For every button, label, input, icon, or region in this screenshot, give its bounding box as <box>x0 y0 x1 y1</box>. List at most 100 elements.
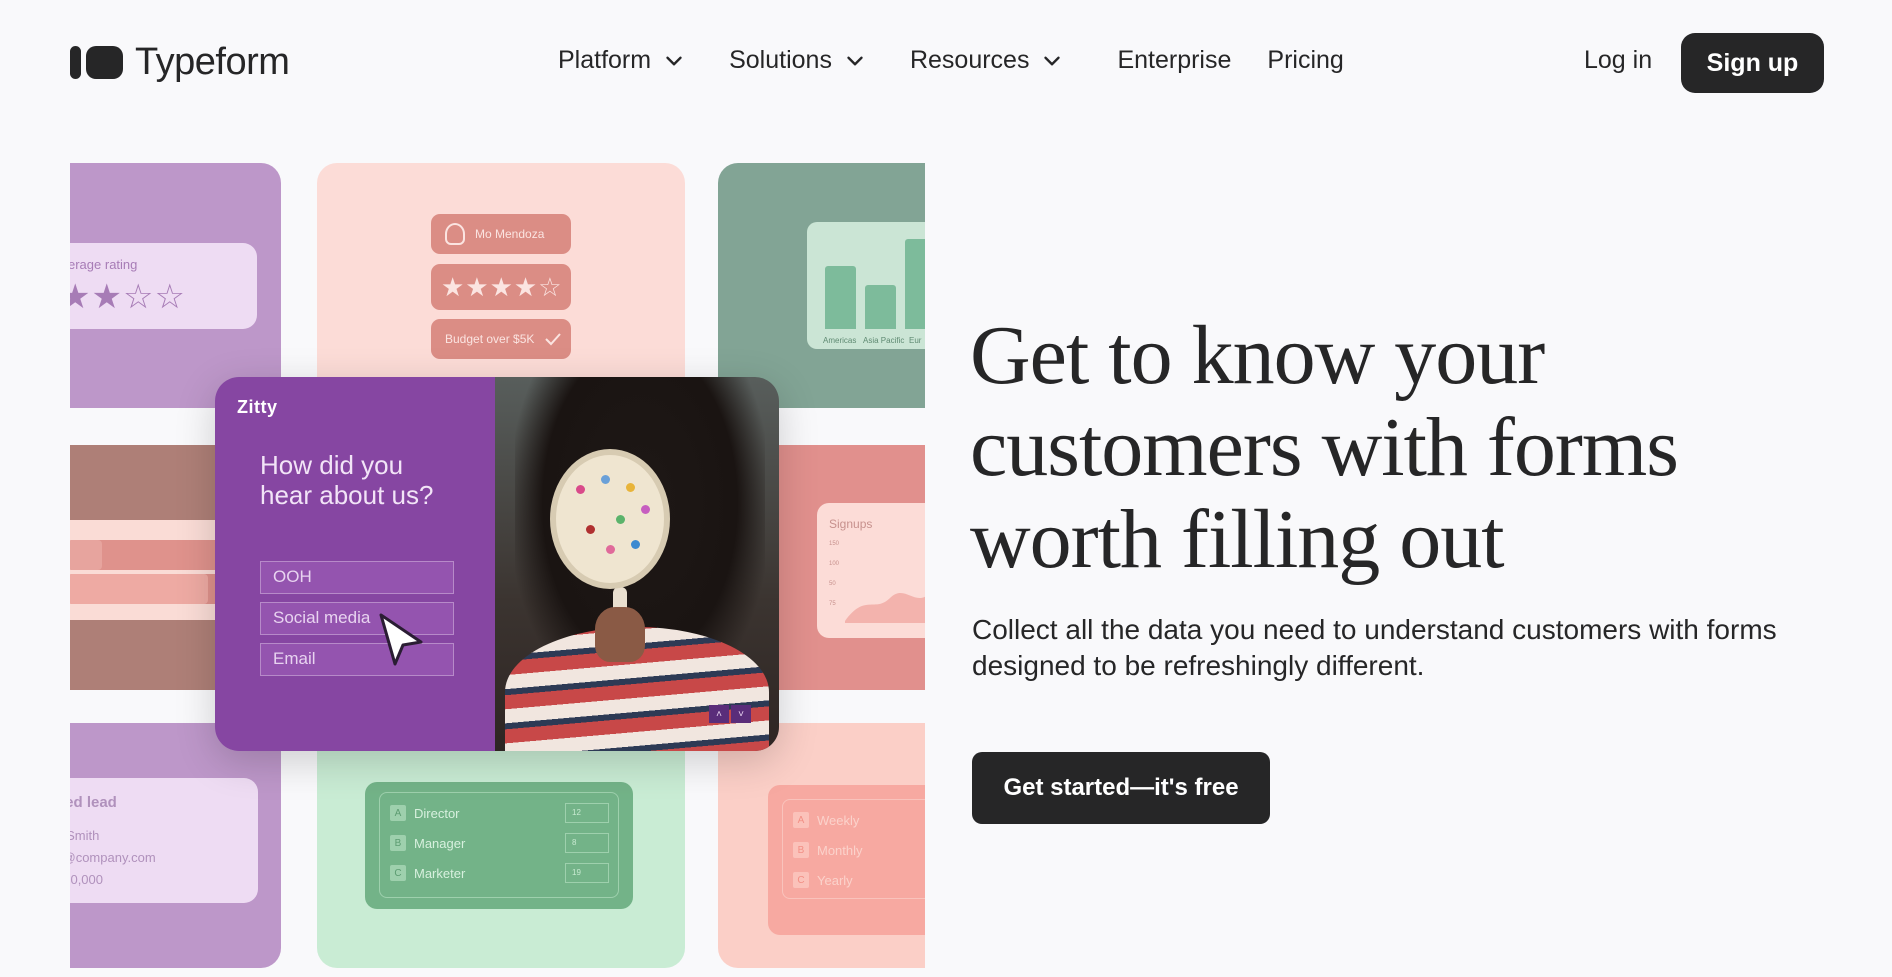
budget-label: Budget over $5K <box>445 332 535 346</box>
tick-label: 50 <box>829 581 836 587</box>
roles-list: A Director 12 B Manager 8 C Marketer 19 <box>379 792 619 898</box>
option-key: C <box>793 872 809 888</box>
frequency-list: A Weekly B Monthly C Yearly <box>782 799 925 899</box>
chevron-up-icon: ˄ <box>709 705 729 723</box>
option-label: Marketer <box>414 865 466 881</box>
bar-chart-card: Americas Asia Pacific Eur <box>807 222 925 349</box>
chevron-down-icon <box>847 56 863 65</box>
option-label: Yearly <box>817 872 853 888</box>
nav-label: Resources <box>909 46 1030 74</box>
list-item: A Weekly <box>793 812 859 828</box>
rating-card: erage rating ★★☆☆ <box>70 243 257 329</box>
nav-menu: Platform Solutions Resources Enterprise … <box>558 46 1344 75</box>
lead-name: y Smith <box>70 828 100 843</box>
signups-card: Signups 150 100 50 75 <box>817 503 925 638</box>
check-icon <box>545 333 562 346</box>
list-item: B Monthly <box>793 842 863 858</box>
bar-label: Asia Pacific <box>863 336 905 345</box>
option-label: Weekly <box>817 812 860 828</box>
frequency-card: A Weekly B Monthly C Yearly <box>768 785 925 935</box>
login-link[interactable]: Log in <box>1584 46 1652 75</box>
lead-email: y@company.com <box>70 850 156 865</box>
lead-amount: $10,000 <box>70 872 103 887</box>
gem <box>576 485 585 494</box>
option-value: 12 <box>565 803 609 823</box>
sample-form-card: Zitty How did you hear about us? OOH Soc… <box>215 377 779 751</box>
nav-item-enterprise[interactable]: Enterprise <box>1117 46 1231 75</box>
star-rating: ★★★★☆ <box>441 271 563 302</box>
bar <box>825 266 856 329</box>
stacked-bar <box>70 540 102 570</box>
photo-hand <box>595 607 645 662</box>
typeform-logo-icon <box>70 46 123 79</box>
option-key: A <box>793 812 809 828</box>
lead-card: fied lead y Smith y@company.com $10,000 <box>70 778 258 903</box>
gem <box>641 505 650 514</box>
star-rating: ★★☆☆ <box>70 278 186 316</box>
chevron-down-icon <box>1044 56 1061 65</box>
budget-pill: Budget over $5K <box>431 319 571 359</box>
form-panel: Zitty How did you hear about us? OOH Soc… <box>215 377 495 751</box>
get-started-button[interactable]: Get started—it's free <box>972 752 1270 824</box>
top-navigation: Typeform Platform Solutions Resources En… <box>0 0 1892 126</box>
profile-name: Mo Mendoza <box>475 227 545 241</box>
form-photo: ˄ ˅ <box>495 377 779 751</box>
tick-label: 150 <box>829 541 840 547</box>
list-item: C Marketer <box>390 865 465 881</box>
mirror <box>550 449 670 589</box>
profile-pill: Mo Mendoza <box>431 214 571 254</box>
nav-label: Enterprise <box>1117 46 1232 74</box>
option-key: C <box>390 865 406 881</box>
list-item: A Director <box>390 805 460 821</box>
option-label: Director <box>414 805 460 821</box>
form-nav-buttons: ˄ ˅ <box>709 705 751 723</box>
nav-label: Solutions <box>729 46 832 74</box>
rating-label: erage rating <box>70 257 138 272</box>
rating-pill: ★★★★☆ <box>431 264 571 310</box>
bar <box>865 285 896 329</box>
nav-item-resources[interactable]: Resources <box>910 46 1066 75</box>
nav-label: Pricing <box>1267 46 1344 74</box>
tick-label: 75 <box>829 601 836 607</box>
hero-illustration: erage rating ★★☆☆ Mo Mendoza ★★★★☆ Budge… <box>70 150 925 977</box>
nav-label: Platform <box>558 46 652 74</box>
bar-label: Americas <box>823 336 857 345</box>
lead-title: fied lead <box>70 794 117 811</box>
form-brand: Zitty <box>237 397 278 417</box>
gem <box>631 540 640 549</box>
bar <box>905 239 925 329</box>
option-label: Manager <box>414 835 466 851</box>
option-value: 19 <box>565 863 609 883</box>
option-key: A <box>390 805 406 821</box>
gem <box>626 483 635 492</box>
gem <box>586 525 595 534</box>
list-item: C Yearly <box>793 872 853 888</box>
stacked-bar <box>70 574 208 604</box>
option-value: 8 <box>565 833 609 853</box>
logo-text: Typeform <box>135 41 290 83</box>
cursor-icon <box>379 613 423 666</box>
form-question: How did you hear about us? <box>260 450 434 510</box>
signups-label: Signups <box>829 517 873 531</box>
form-option: OOH <box>260 561 454 594</box>
chevron-down-icon: ˅ <box>731 705 751 723</box>
option-key: B <box>390 835 406 851</box>
nav-item-solutions[interactable]: Solutions <box>729 46 868 75</box>
area-chart <box>845 593 925 623</box>
gem <box>601 475 610 484</box>
option-label: Monthly <box>817 842 863 858</box>
nav-item-pricing[interactable]: Pricing <box>1267 46 1343 75</box>
option-key: B <box>793 842 809 858</box>
chevron-down-icon <box>666 56 682 65</box>
tick-label: 100 <box>829 561 840 567</box>
gem <box>616 515 625 524</box>
roles-card: A Director 12 B Manager 8 C Marketer 19 <box>365 782 633 909</box>
gem <box>606 545 615 554</box>
user-icon <box>445 223 465 245</box>
typeform-logo[interactable]: Typeform <box>70 41 290 84</box>
nav-item-platform[interactable]: Platform <box>558 46 687 75</box>
list-item: B Manager <box>390 835 465 851</box>
hero-headline: Get to know your customers with forms wo… <box>970 309 1679 586</box>
signup-button[interactable]: Sign up <box>1681 33 1824 93</box>
hero-subheadline: Collect all the data you need to underst… <box>972 614 1777 681</box>
